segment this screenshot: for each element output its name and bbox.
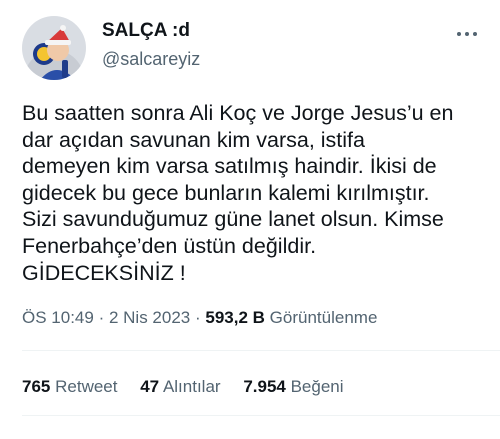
meta-separator: ·	[194, 308, 201, 327]
author-handle[interactable]: @salcareyiz	[102, 49, 200, 70]
tweet-time[interactable]: ÖS 10:49	[22, 308, 94, 327]
tweet-card: SALÇA :d @salcareyiz Bu saatten sonra Al…	[0, 0, 500, 439]
tweet-line: gidecek bu gece bunların kalemi kırılmış…	[22, 180, 430, 205]
tweet-line: dar açıdan savunan kim varsa, istifa	[22, 127, 365, 152]
likes-stat[interactable]: 7.954 Beğeni	[243, 377, 343, 397]
more-dots-icon[interactable]	[451, 22, 483, 46]
likes-label: Beğeni	[290, 377, 344, 396]
tweet-stats: 765 Retweet 47 Alıntılar 7.954 Beğeni	[22, 377, 362, 397]
tweet-text: Bu saatten sonra Ali Koç ve Jorge Jesus’…	[22, 100, 492, 286]
author-display-name[interactable]: SALÇA :d	[102, 20, 190, 42]
tweet-line: demeyen kim varsa satılmış haindir. İkis…	[22, 154, 437, 179]
tweet-line: Sizi savunduğumuz güne lanet olsun. Kims…	[22, 207, 444, 232]
views-count: 593,2 B	[205, 308, 265, 327]
quotes-count: 47	[140, 377, 160, 396]
tweet-line: Bu saatten sonra Ali Koç ve Jorge Jesus’…	[22, 101, 454, 125]
tweet-meta: ÖS 10:49 · 2 Nis 2023 · 593,2 B Görüntül…	[22, 308, 377, 328]
divider	[22, 415, 500, 416]
likes-count: 7.954	[243, 377, 286, 396]
views-label: Görüntülenme	[269, 308, 378, 327]
divider	[22, 350, 500, 351]
tweet-line: Fenerbahçe’den üstün değildir.	[22, 233, 317, 258]
quotes-stat[interactable]: 47 Alıntılar	[140, 377, 220, 397]
retweets-stat[interactable]: 765 Retweet	[22, 377, 117, 397]
retweets-label: Retweet	[55, 377, 118, 396]
profile-avatar-icon[interactable]	[22, 16, 86, 80]
tweet-line: GİDECEKSİNİZ !	[22, 260, 186, 285]
retweets-count: 765	[22, 377, 51, 396]
quotes-label: Alıntılar	[162, 377, 221, 396]
meta-separator: ·	[98, 308, 105, 327]
tweet-date[interactable]: 2 Nis 2023	[109, 308, 190, 327]
